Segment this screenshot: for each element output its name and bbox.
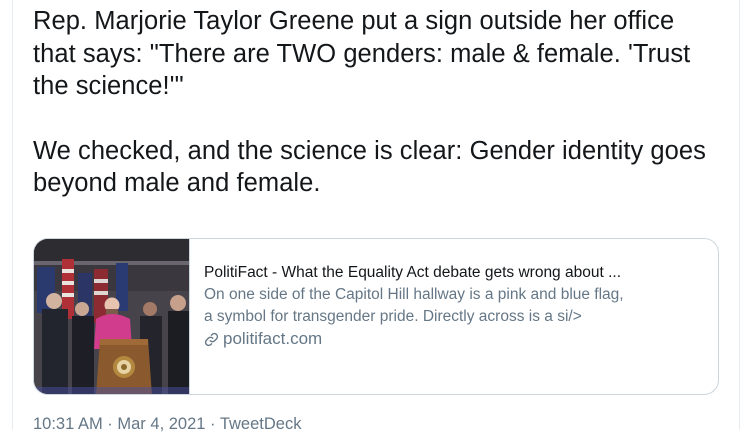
tweet-metadata: 10:31 AM · Mar 4, 2021 · TweetDeck [33, 413, 301, 435]
tweet-right-border [739, 0, 740, 430]
link-icon [204, 332, 219, 347]
tweet-source[interactable]: TweetDeck [220, 415, 302, 433]
card-domain[interactable]: politifact.com [204, 328, 718, 350]
card-title[interactable]: PolitiFact - What the Equality Act debat… [204, 262, 718, 284]
tweet-text: Rep. Marjorie Taylor Greene put a sign o… [33, 5, 723, 200]
link-preview-card[interactable]: PolitiFact - What the Equality Act debat… [33, 238, 719, 395]
meta-separator: · [102, 415, 118, 433]
card-thumbnail[interactable] [34, 239, 190, 394]
meta-separator: · [205, 415, 220, 433]
tweet-left-border [12, 0, 13, 430]
tweet-date[interactable]: Mar 4, 2021 [117, 415, 205, 433]
tweet-time[interactable]: 10:31 AM [33, 415, 103, 433]
card-description-line-1: On one side of the Capitol Hill hallway … [204, 286, 624, 303]
card-domain-text[interactable]: politifact.com [223, 328, 322, 350]
tweet: Rep. Marjorie Taylor Greene put a sign o… [0, 0, 750, 433]
card-description-line-2: a symbol for transgender pride. Directly… [204, 308, 582, 325]
tweet-paragraph-1: Rep. Marjorie Taylor Greene put a sign o… [33, 7, 698, 100]
tweet-paragraph-2: We checked, and the science is clear: Ge… [33, 136, 714, 198]
card-body[interactable]: PolitiFact - What the Equality Act debat… [190, 239, 718, 394]
press-conference-photo [34, 239, 189, 394]
